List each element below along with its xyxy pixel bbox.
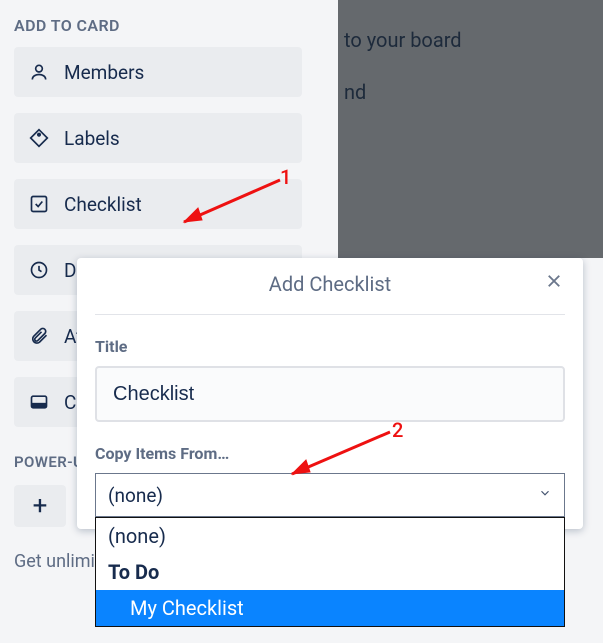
add-checklist-popover: Add Checklist Title Copy Items From… (no… [77,258,583,529]
labels-button[interactable]: Labels [14,113,302,163]
popover-title: Add Checklist [95,272,565,296]
dropdown-option-mychecklist[interactable]: My Checklist [96,590,564,626]
person-icon [28,61,50,83]
background-text-2: nd [344,80,603,104]
dropdown-option-todo[interactable]: To Do [96,554,564,590]
members-label: Members [64,61,144,84]
copy-from-select-wrap: (none) (none) To Do My Checklist [95,473,565,517]
section-title: ADD TO CARD [14,16,324,35]
copy-from-selected-value: (none) [108,484,163,507]
close-button[interactable] [541,270,567,296]
cover-icon [28,391,50,413]
plus-icon: + [33,491,48,521]
clock-icon [28,259,50,281]
copy-from-dropdown: (none) To Do My Checklist [95,517,565,627]
close-icon [545,271,563,296]
paperclip-icon [28,325,50,347]
copy-from-select[interactable]: (none) [95,473,565,517]
add-powerup-button[interactable]: + [14,485,66,527]
copy-from-label: Copy Items From… [95,444,565,463]
members-button[interactable]: Members [14,47,302,97]
checklist-title-input[interactable] [95,366,565,422]
checklist-label: Checklist [64,193,142,216]
labels-label: Labels [64,127,120,150]
card-background-scrim: to your board nd [338,0,603,258]
title-field-label: Title [95,337,565,356]
chevron-down-icon [538,486,552,504]
checklist-button[interactable]: Checklist [14,179,302,229]
background-text-1: to your board [344,28,603,52]
popover-header: Add Checklist [95,272,565,315]
tag-icon [28,127,50,149]
dropdown-option-none[interactable]: (none) [96,518,564,554]
checkbox-icon [28,193,50,215]
